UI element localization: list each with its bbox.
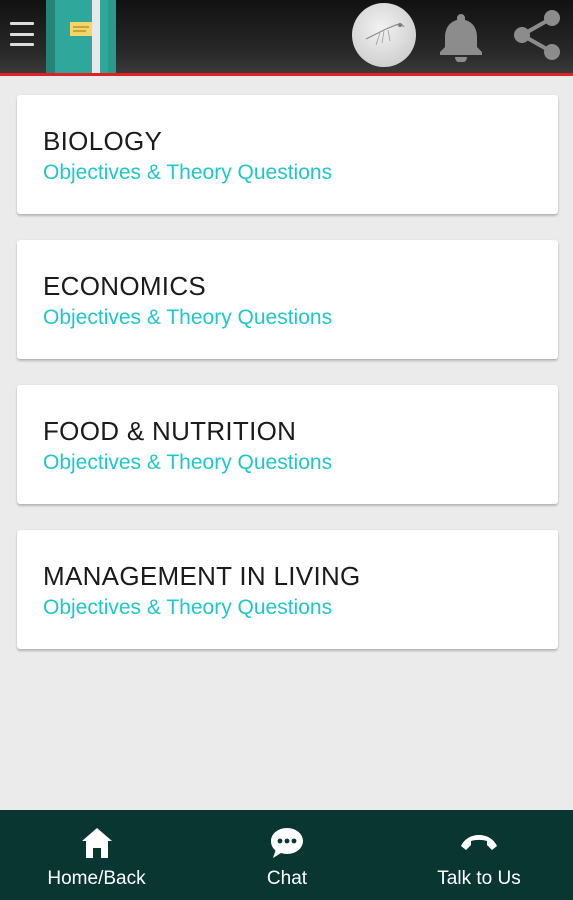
talk-to-us-button[interactable]: Talk to Us — [430, 810, 528, 900]
subject-title: FOOD & NUTRITION — [43, 416, 297, 446]
chat-bubble-icon — [271, 828, 303, 858]
subject-subtitle: Objectives & Theory Questions — [43, 306, 333, 329]
hamburger-menu-icon[interactable] — [10, 20, 34, 48]
subject-title: MANAGEMENT IN LIVING — [43, 561, 361, 591]
home-back-label: Home/Back — [47, 868, 146, 889]
subject-subtitle: Objectives & Theory Questions — [43, 161, 333, 184]
subject-card-food-nutrition[interactable]: FOOD & NUTRITION Objectives & Theory Que… — [17, 385, 558, 504]
bottom-navigation: Home/Back Chat Talk to Us — [0, 810, 573, 900]
subject-list: BIOLOGY Objectives & Theory Questions EC… — [17, 95, 558, 675]
chat-label: Chat — [266, 868, 308, 889]
share-icon[interactable] — [508, 6, 566, 64]
subject-subtitle: Objectives & Theory Questions — [43, 596, 333, 619]
chat-button[interactable]: Chat — [257, 810, 317, 900]
subject-title: ECONOMICS — [43, 271, 207, 301]
bell-icon[interactable] — [436, 10, 486, 62]
app-bar — [0, 0, 573, 76]
talk-to-us-label: Talk to Us — [437, 868, 521, 889]
home-back-button[interactable]: Home/Back — [45, 810, 148, 900]
subject-subtitle: Objectives & Theory Questions — [43, 451, 333, 474]
subject-title: BIOLOGY — [43, 126, 163, 156]
subject-card-biology[interactable]: BIOLOGY Objectives & Theory Questions — [17, 95, 558, 214]
notebook-logo-icon[interactable] — [46, 0, 120, 73]
phone-icon — [461, 835, 497, 850]
profile-avatar-icon[interactable] — [352, 3, 416, 67]
subject-card-management-in-living[interactable]: MANAGEMENT IN LIVING Objectives & Theory… — [17, 530, 558, 649]
subject-card-economics[interactable]: ECONOMICS Objectives & Theory Questions — [17, 240, 558, 359]
home-icon — [81, 828, 112, 858]
